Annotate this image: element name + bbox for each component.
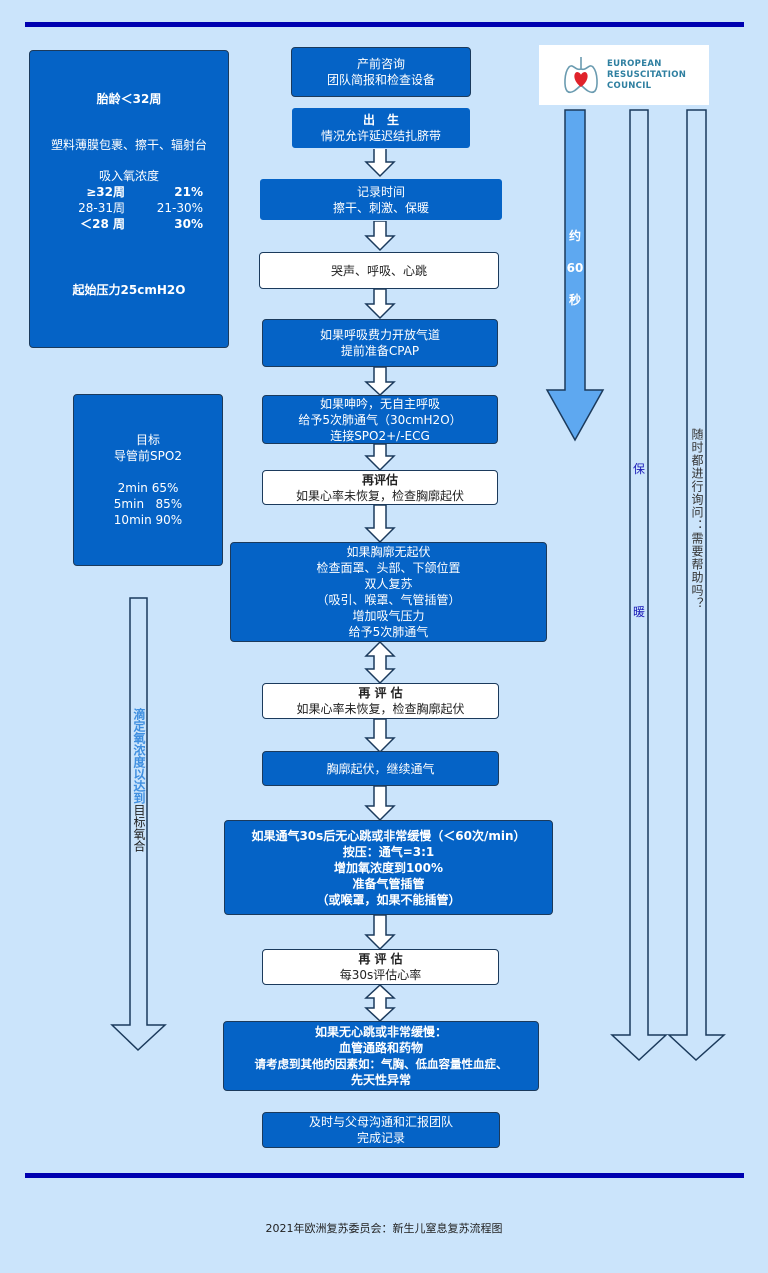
logo-line: COUNCIL (607, 80, 652, 91)
flow-text: 每30s评估心率 (339, 968, 422, 982)
flow-reassess-2: 再 评 估 如果心率未恢复，检查胸廓起伏 (262, 683, 499, 719)
down-arrow-icon (364, 443, 396, 472)
down-arrow-icon (364, 220, 396, 252)
flow-birth: 出 生 情况允许延迟结扎脐带 (291, 107, 471, 149)
oxygen-age: ≥32周 (86, 185, 125, 199)
flow-antenatal: 产前咨询 团队简报和检查设备 (291, 47, 471, 97)
flow-text: 团队简报和检查设备 (326, 73, 435, 87)
flow-text: 双人复苏 (364, 577, 413, 591)
flow-reassess-3: 再 评 估 每30s评估心率 (262, 949, 499, 985)
titrate-label-black: 目标氧合 (132, 804, 146, 852)
flow-record-time: 记录时间 擦干、刺激、保暖 (259, 178, 503, 221)
flow-text: 如果心率未恢复，检查胸廓起伏 (295, 488, 464, 503)
label-char: 约 (568, 229, 581, 243)
titrate-oxygen-label: 滴定氧浓度以达到 目标氧合 (131, 708, 147, 852)
flow-text: 血管通路和药物 (338, 1041, 423, 1055)
flow-text: 如果心率未恢复，检查胸廓起伏 (296, 702, 465, 716)
erc-logo: EUROPEAN RESUSCITATION COUNCIL (539, 45, 709, 105)
flow-text: 如果呼吸费力开放气道 (319, 328, 440, 342)
flow-inflation: 如果呻吟，无自主呼吸 给予5次肺通气（30cmH2O） 连接SPO2+/-ECG (262, 395, 498, 444)
oxygen-value: 30% (174, 217, 203, 231)
keep-warm-label-bottom: 暖 (632, 605, 645, 619)
flow-text: 情况允许延迟结扎脐带 (320, 129, 441, 143)
flow-assess: 哭声、呼吸、心跳 (259, 252, 499, 289)
sixty-seconds-label: 约 60 秒 (560, 220, 590, 316)
flow-text: 先天性异常 (350, 1073, 411, 1087)
label-char: 60 (566, 261, 584, 275)
spo2-target: 10min 90% (113, 513, 183, 527)
flow-reassess-1: 再评估 如果心率未恢复，检查胸廓起伏 (262, 470, 498, 505)
down-arrow-icon (364, 504, 396, 544)
flow-text: 产前咨询 (356, 57, 405, 71)
flow-text: 完成记录 (356, 1131, 405, 1145)
flow-text: 出 生 (362, 113, 399, 127)
flow-text: 提前准备CPAP (340, 344, 420, 358)
flow-text: 再 评 估 (358, 686, 403, 700)
flow-text: 如果胸廓无起伏 (346, 545, 431, 559)
footer-caption: 2021年欧洲复苏委员会：新生儿窒息复苏流程图 (265, 1222, 503, 1235)
flow-text: 擦干、刺激、保暖 (332, 200, 429, 215)
flow-communicate: 及时与父母沟通和汇报团队 完成记录 (262, 1112, 500, 1148)
flow-text: 如果呻吟，无自主呼吸 (319, 396, 440, 411)
flow-no-chest-rise: 如果胸廓无起伏 检查面罩、头部、下颌位置 双人复苏 （吸引、喉罩、气管插管） 增… (230, 542, 547, 642)
spo2-target: 2min 65% (117, 481, 179, 495)
label-char: 秒 (568, 293, 581, 307)
down-arrow-icon (364, 366, 396, 397)
flow-text: 按压：通气=3:1 (342, 844, 435, 859)
logo-line: RESUSCITATION (607, 69, 687, 80)
titrate-label-blue: 滴定氧浓度以达到 (132, 708, 146, 804)
oxygen-title: 吸入氧浓度 (98, 169, 159, 183)
flow-text: 再 评 估 (358, 952, 403, 966)
keep-warm-label-top: 保 (632, 462, 645, 476)
flow-text: 再评估 (361, 472, 398, 487)
down-arrow-icon (364, 785, 396, 822)
flow-text: 及时与父母沟通和汇报团队 (308, 1115, 453, 1129)
spo2-title: 目标 (135, 433, 160, 447)
flow-text: 如果通气30s后无心跳或非常缓慢（＜60次/min） (251, 828, 526, 843)
spo2-target-panel: 目标 导管前SPO2 2min 65% 5min 85% 10min 90% (73, 394, 223, 566)
preterm-panel: 胎龄＜32周 塑料薄膜包裹、擦干、辐射台 吸入氧浓度 ≥32周 21% 28-3… (29, 50, 229, 348)
oxygen-table: ≥32周 21% 28-31周 21-30% ＜28 周 30% (55, 184, 203, 232)
flow-text: 增加氧浓度到100% (333, 860, 444, 875)
flow-text: 准备气管插管 (352, 876, 425, 891)
double-arrow-icon (364, 983, 396, 1023)
down-arrow-icon (364, 147, 396, 178)
logo-line: EUROPEAN (607, 58, 662, 69)
flow-open-airway: 如果呼吸费力开放气道 提前准备CPAP (262, 319, 498, 367)
flow-chest-rise: 胸廓起伏，继续通气 (262, 751, 499, 786)
ask-help-label: 随时都进行询问：需要帮助吗？ (690, 428, 704, 610)
flow-text: 给予5次肺通气（30cmH2O） (298, 412, 462, 427)
spo2-subtitle: 导管前SPO2 (114, 449, 182, 463)
spo2-target: 5min 85% (113, 497, 183, 511)
flow-text: 连接SPO2+/-ECG (330, 428, 430, 443)
flow-text: 记录时间 (356, 184, 405, 199)
flow-text: 检查面罩、头部、下颌位置 (316, 561, 461, 575)
lungs-heart-icon (564, 57, 598, 94)
flow-text: 胸廓起伏，继续通气 (326, 761, 435, 776)
keep-warm-arrow-icon (610, 109, 668, 1062)
down-arrow-icon (364, 718, 396, 754)
double-arrow-icon (364, 640, 396, 685)
flow-text: 哭声、呼吸、心跳 (330, 263, 427, 278)
preterm-title: 胎龄＜32周 (96, 92, 162, 106)
oxygen-value: 21-30% (156, 201, 203, 215)
flow-drugs: 如果无心跳或非常缓慢： 血管通路和药物 请考虑到其他的因素如：气胸、低血容量性血… (223, 1021, 539, 1091)
flow-text: 给予5次肺通气 (348, 625, 429, 639)
flow-compressions: 如果通气30s后无心跳或非常缓慢（＜60次/min） 按压：通气=3:1 增加氧… (224, 820, 553, 915)
flow-text: （吸引、喉罩、气管插管） (316, 593, 461, 607)
oxygen-age: 28-31周 (78, 201, 125, 215)
flow-text: 增加吸气压力 (352, 609, 425, 623)
flow-text: （或喉罩，如果不能插管） (316, 892, 461, 907)
preterm-care: 塑料薄膜包裹、擦干、辐射台 (50, 138, 207, 152)
flow-text: 请考虑到其他的因素如：气胸、低血容量性血症、 (254, 1057, 508, 1071)
down-arrow-icon (364, 914, 396, 951)
down-arrow-icon (364, 288, 396, 320)
flow-text: 如果无心跳或非常缓慢： (314, 1025, 447, 1039)
oxygen-value: 21% (174, 185, 203, 199)
initial-pressure: 起始压力25cmH2O (72, 283, 186, 297)
oxygen-age: ＜28 周 (80, 217, 125, 231)
